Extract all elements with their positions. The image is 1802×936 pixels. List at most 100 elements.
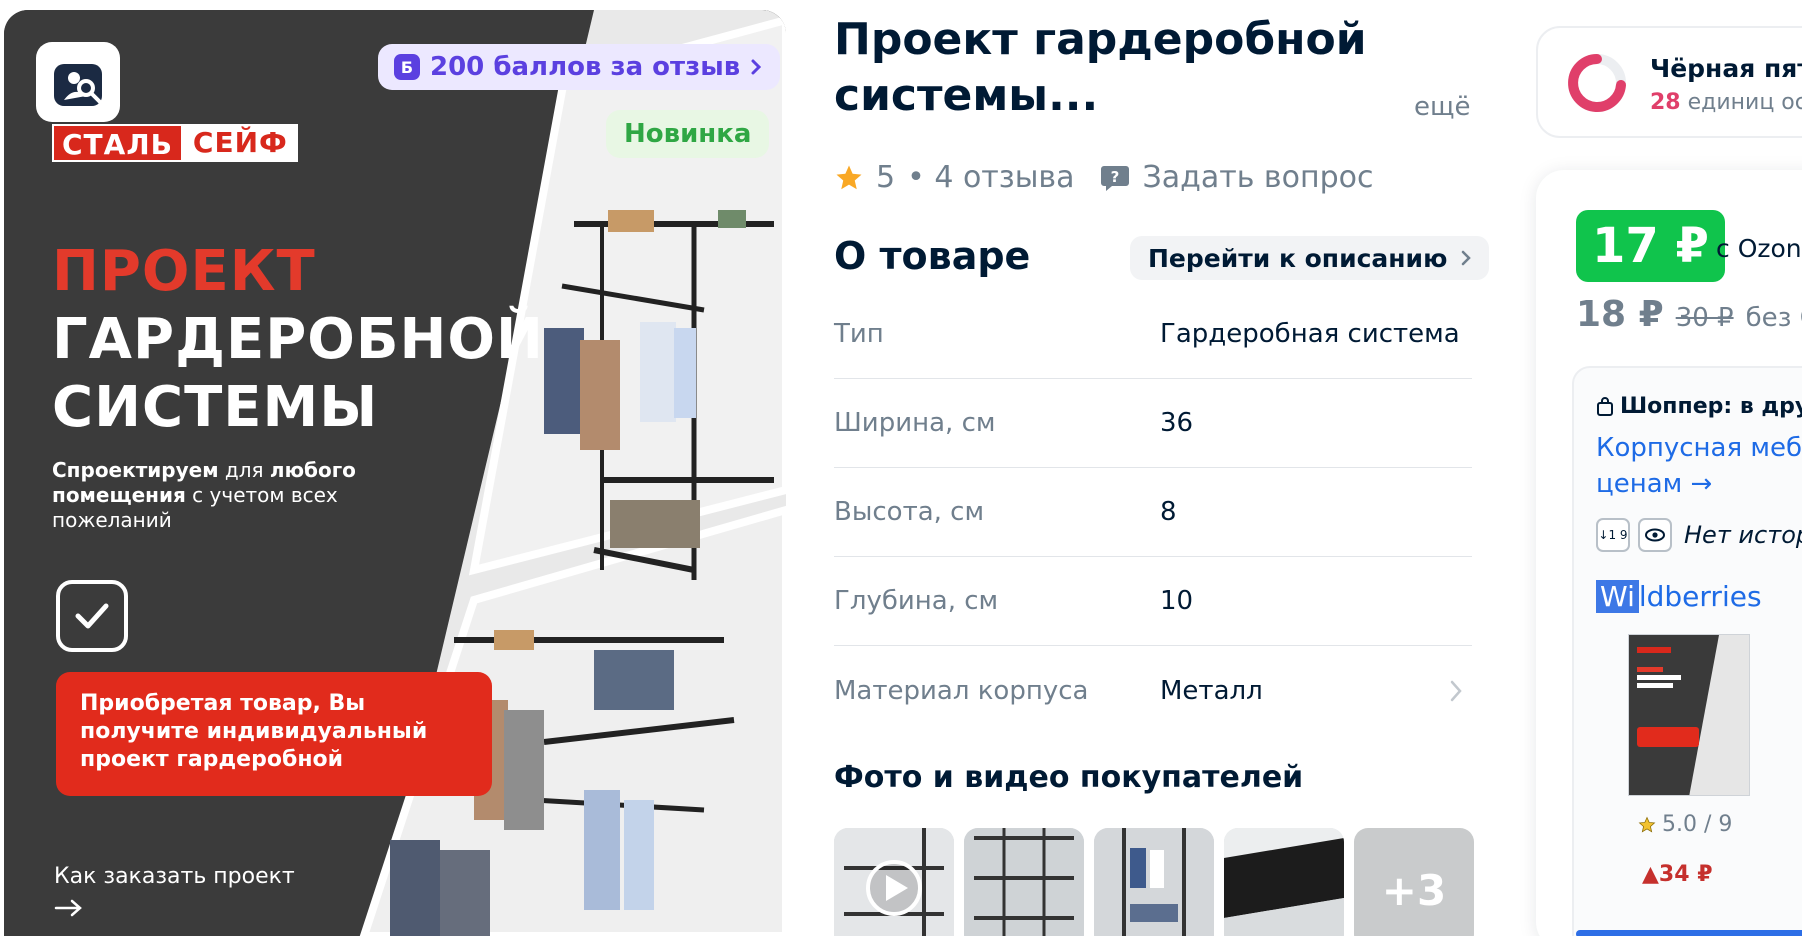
photo-thumb-image xyxy=(1224,828,1344,936)
review-bonus-badge[interactable]: Б 200 баллов за отзыв xyxy=(378,44,781,90)
spec-value: 10 xyxy=(1160,586,1194,616)
image-headline: ПРОЕКТ ГАРДЕРОБНОЙ СИСТЕМЫ xyxy=(52,238,544,442)
new-badge: Новинка xyxy=(606,110,770,158)
shopper-widget: Шоппер: в дру Корпусная мебе ценам → ↓1 … xyxy=(1572,366,1802,936)
seller-subtitle: 28 единиц ос xyxy=(1650,90,1802,115)
spec-value: 8 xyxy=(1160,497,1177,527)
price-card: 17 ₽ с Ozon 18 ₽ 30 ₽ без О Шоппер: в др… xyxy=(1536,170,1802,936)
eye-icon[interactable] xyxy=(1638,518,1672,552)
star-icon xyxy=(1638,816,1656,833)
spec-row-type: Тип Гардеробная система xyxy=(834,290,1472,379)
camera-search-icon xyxy=(54,64,102,106)
spec-key: Высота, см xyxy=(834,497,985,527)
spec-list: Тип Гардеробная система Ширина, см 36 Вы… xyxy=(834,290,1472,735)
goto-description-button[interactable]: Перейти к описанию xyxy=(1130,236,1490,280)
old-price: 30 ₽ xyxy=(1675,303,1734,333)
sort-icon-label: ↓1 9 xyxy=(1598,528,1628,542)
shopping-bag-icon xyxy=(1597,396,1613,416)
check-icon xyxy=(56,580,128,652)
brand-logo-left: СТАЛЬ xyxy=(52,124,183,162)
shopper-toolbar: ↓1 9 Нет истор xyxy=(1596,518,1802,552)
spec-row-depth: Глубина, см 10 xyxy=(834,557,1472,646)
marketplace-name: ldberries xyxy=(1638,580,1762,613)
regular-price-note: без О xyxy=(1745,303,1802,333)
rating-value[interactable]: 5 xyxy=(876,160,895,195)
image-search-button[interactable] xyxy=(36,42,120,122)
seller-name: Чёрная пят xyxy=(1650,54,1802,83)
subline-bold-1: Спроектируем xyxy=(52,458,219,482)
competitor-thumb-image xyxy=(1629,635,1749,795)
seller-subtitle-text: единиц ос xyxy=(1680,90,1802,115)
product-main-image[interactable]: Б 200 баллов за отзыв Новинка СТАЛЬ СЕЙФ… xyxy=(4,10,786,936)
spec-value: Металл xyxy=(1160,675,1263,706)
customer-photo-thumb[interactable] xyxy=(964,828,1084,936)
customer-photos-strip: +3 xyxy=(834,828,1474,936)
title-more-link[interactable]: ещё xyxy=(1414,92,1470,122)
arrow-right-icon xyxy=(54,899,82,917)
customer-photos-heading: Фото и видео покупателей xyxy=(834,760,1304,795)
ozon-card-price[interactable]: 17 ₽ xyxy=(1576,210,1725,282)
ozon-card-note: с Ozon xyxy=(1716,234,1802,263)
more-photos-count: +3 xyxy=(1381,866,1447,915)
shopper-link-line-1: Корпусная мебе xyxy=(1596,433,1802,463)
bonus-text: 200 баллов за отзыв xyxy=(430,52,741,82)
brand-logo-right: СЕЙФ xyxy=(182,124,298,162)
competitor-rating: 5.0 / 9 xyxy=(1638,812,1732,837)
seller-count: 28 xyxy=(1650,90,1681,115)
spec-key: Тип xyxy=(834,319,884,349)
shopper-link-line-2: ценам → xyxy=(1596,469,1713,499)
customer-video-thumb[interactable] xyxy=(834,828,954,936)
shopper-category-link[interactable]: Корпусная мебе ценам → xyxy=(1596,430,1802,502)
shopper-title: Шоппер: в дру xyxy=(1596,394,1802,419)
competitor-rating-value: 5.0 / 9 xyxy=(1662,812,1733,837)
spec-key: Глубина, см xyxy=(834,586,999,616)
marketplace-highlight: Wi xyxy=(1596,580,1639,613)
shopper-title-text: Шоппер: в дру xyxy=(1620,394,1802,419)
spec-value: 36 xyxy=(1160,408,1194,438)
competitor-product-thumb[interactable] xyxy=(1628,634,1750,796)
regular-price: 18 ₽ xyxy=(1576,294,1664,335)
seller-card[interactable]: Чёрная пят 28 единиц ос xyxy=(1536,26,1802,138)
headline-line-3: СИСТЕМЫ xyxy=(52,375,379,440)
history-status: Нет истор xyxy=(1684,521,1802,549)
spec-row-width: Ширина, см 36 xyxy=(834,379,1472,468)
image-subline: Спроектируем для любого помещения с учет… xyxy=(52,458,392,533)
video-thumb-image xyxy=(834,828,954,936)
customer-photo-thumb[interactable] xyxy=(1224,828,1344,936)
goto-description-label: Перейти к описанию xyxy=(1148,243,1448,273)
star-icon xyxy=(836,165,862,189)
chevron-right-icon xyxy=(751,59,762,75)
progress-bar xyxy=(1576,930,1802,936)
photo-thumb-image xyxy=(1094,828,1214,936)
more-photos-button[interactable]: +3 xyxy=(1354,828,1474,936)
about-heading: О товаре xyxy=(834,234,1031,278)
chevron-right-icon xyxy=(1450,680,1462,702)
page-root: Б 200 баллов за отзыв Новинка СТАЛЬ СЕЙФ… xyxy=(0,0,1802,936)
sort-icon[interactable]: ↓1 9 xyxy=(1596,518,1630,552)
reviews-count[interactable]: • 4 отзыва xyxy=(907,160,1074,195)
promo-banner: Приобретая товар, Вы получите индивидуал… xyxy=(56,672,492,796)
headline-line-1: ПРОЕКТ xyxy=(52,239,316,304)
spec-value: Гардеробная система xyxy=(1160,319,1460,349)
spec-key: Материал корпуса xyxy=(834,675,1089,706)
subline-text-1: для xyxy=(218,458,270,482)
spec-key: Ширина, см xyxy=(834,408,996,438)
spec-row-material[interactable]: Материал корпуса Металл xyxy=(834,646,1472,735)
ask-question-link[interactable]: Задать вопрос xyxy=(1142,160,1373,195)
chevron-right-icon xyxy=(1462,250,1472,266)
regular-price-row: 18 ₽ 30 ₽ без О xyxy=(1576,294,1802,335)
headline-line-2: ГАРДЕРОБНОЙ xyxy=(52,307,544,372)
brand-logo: СТАЛЬ СЕЙФ xyxy=(52,124,298,162)
spec-row-height: Высота, см 8 xyxy=(834,468,1472,557)
product-title: Проект гардеробной системы... xyxy=(834,14,1367,121)
question-icon: ? xyxy=(1101,165,1130,191)
svg-text:?: ? xyxy=(1111,168,1120,186)
order-project-link: Как заказать проект xyxy=(54,864,295,889)
bonus-letter-icon: Б xyxy=(394,54,420,80)
customer-photo-thumb[interactable] xyxy=(1094,828,1214,936)
rating-row: 5 • 4 отзыва ? Задать вопрос xyxy=(834,160,1373,195)
photo-thumb-image xyxy=(964,828,1084,936)
seller-rating-ring-icon xyxy=(1568,54,1626,112)
marketplace-link-wildberries[interactable]: Wi ldberries xyxy=(1596,580,1762,613)
competitor-price: ▲34 ₽ xyxy=(1642,862,1713,887)
